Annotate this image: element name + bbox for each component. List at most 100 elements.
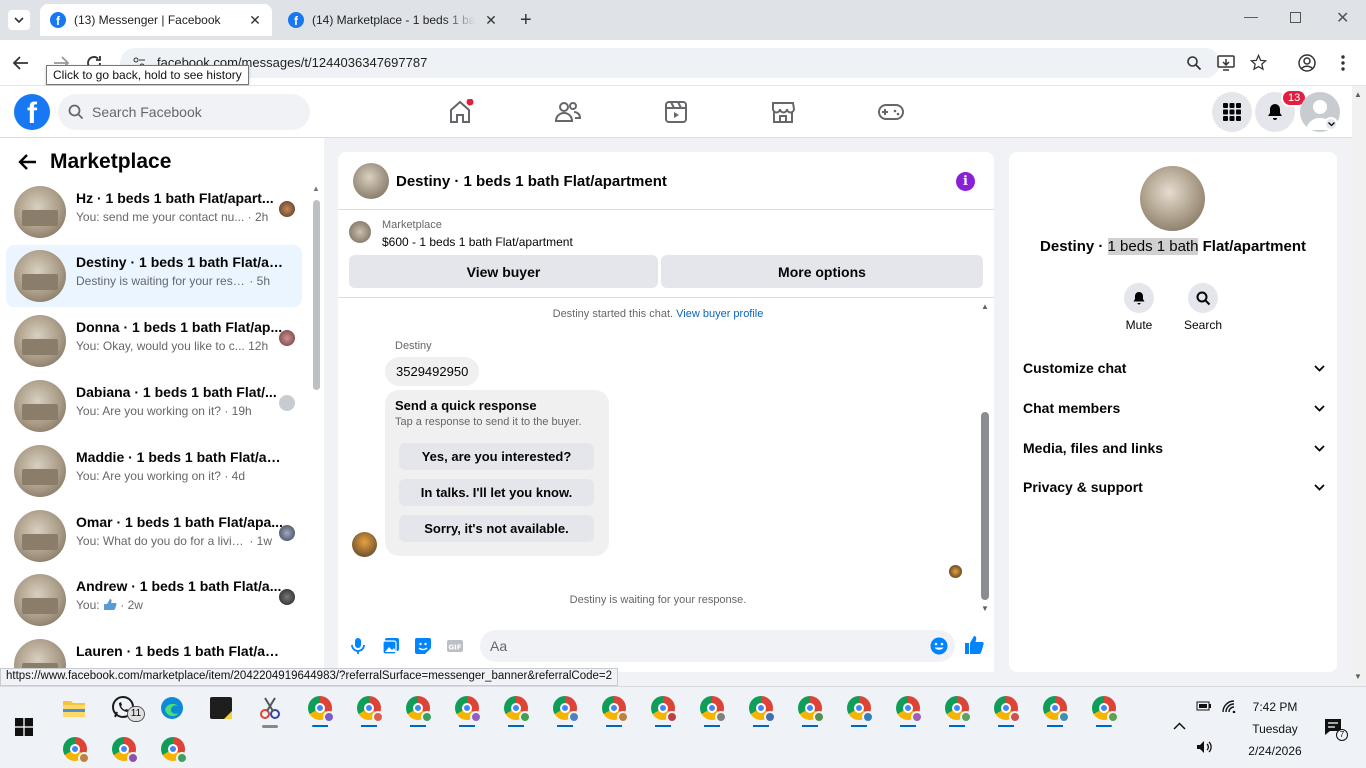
edge-icon[interactable]	[158, 694, 186, 722]
marketplace-icon[interactable]	[769, 99, 797, 125]
sticker-icon[interactable]	[414, 637, 432, 655]
listing-photo[interactable]	[1140, 166, 1205, 231]
chrome-profile-icon[interactable]	[796, 694, 825, 723]
chrome-profile-icon[interactable]	[1090, 694, 1119, 723]
chrome-profile-icon[interactable]	[551, 694, 580, 723]
conversation-item[interactable]: Hz · 1 beds 1 bath Flat/apart... You: se…	[6, 181, 302, 243]
browser-tab-messenger[interactable]: f (13) Messenger | Facebook ✕	[40, 4, 272, 36]
wifi-icon[interactable]	[1222, 700, 1238, 713]
friends-icon[interactable]	[554, 99, 582, 125]
chrome-profile-icon[interactable]	[159, 735, 188, 764]
chat-title[interactable]: Destiny · 1 beds 1 bath Flat/apartment	[396, 173, 667, 190]
conversation-item[interactable]: Maddie · 1 beds 1 bath Flat/apa... You: …	[6, 440, 302, 502]
chrome-profile-icon[interactable]	[502, 694, 531, 723]
quick-response-button[interactable]: Sorry, it's not available.	[399, 515, 594, 542]
chrome-profile-icon[interactable]	[600, 694, 629, 723]
chat-members-section[interactable]: Chat members	[1023, 397, 1325, 419]
profile-icon[interactable]	[1298, 54, 1316, 72]
chrome-profile-icon[interactable]	[992, 694, 1021, 723]
conversation-item[interactable]: Lauren · 1 beds 1 bath Flat/apar...	[6, 634, 302, 668]
search-conversation-button[interactable]	[1188, 283, 1218, 313]
minimize-window-button[interactable]: —	[1244, 8, 1258, 24]
quick-response-button[interactable]: In talks. I'll let you know.	[399, 479, 594, 506]
chrome-profile-icon[interactable]	[747, 694, 776, 723]
file-explorer-icon[interactable]	[60, 694, 88, 722]
snipping-tool-icon[interactable]	[256, 694, 284, 722]
video-icon[interactable]	[662, 99, 690, 125]
sidebar-scroll-up-icon[interactable]: ▲	[312, 184, 320, 193]
chrome-profile-icon[interactable]	[894, 694, 923, 723]
gaming-icon[interactable]	[877, 99, 905, 125]
sidebar-scrollbar-thumb[interactable]	[313, 200, 320, 390]
close-window-button[interactable]: ✕	[1336, 8, 1349, 28]
chat-scroll-up-icon[interactable]: ▲	[981, 302, 989, 311]
conversation-name: Maddie · 1 beds 1 bath Flat/apa...	[76, 449, 286, 465]
chat-scroll-down-icon[interactable]: ▼	[981, 604, 989, 613]
conversation-item[interactable]: Dabiana · 1 beds 1 bath Flat/... You: Ar…	[6, 375, 302, 437]
chrome-profile-icon[interactable]	[453, 694, 482, 723]
home-icon[interactable]	[446, 99, 474, 125]
chrome-profile-icon[interactable]	[698, 694, 727, 723]
battery-icon[interactable]	[1196, 700, 1212, 712]
back-arrow-icon[interactable]	[18, 152, 38, 172]
browser-tab-marketplace[interactable]: f (14) Marketplace - 1 beds 1 bath ✕	[278, 4, 508, 36]
new-tab-button[interactable]: +	[520, 9, 532, 32]
thumbs-up-icon[interactable]	[964, 635, 985, 655]
chat-listing-thumbnail[interactable]	[353, 163, 389, 199]
gif-icon[interactable]: GIF	[446, 637, 464, 655]
windows-start-icon[interactable]	[15, 718, 33, 736]
chrome-profile-icon[interactable]	[943, 694, 972, 723]
view-buyer-profile-link[interactable]: View buyer profile	[676, 308, 763, 320]
chrome-profile-icon[interactable]	[355, 694, 384, 723]
chevron-up-icon[interactable]	[1173, 722, 1186, 730]
sender-avatar[interactable]	[352, 532, 377, 557]
back-arrow-icon[interactable]	[12, 54, 30, 72]
page-scroll-up-icon[interactable]: ▲	[1354, 90, 1362, 99]
page-scrollbar[interactable]	[1352, 86, 1366, 686]
chrome-profile-icon[interactable]	[306, 694, 335, 723]
chrome-profile-icon[interactable]	[110, 735, 139, 764]
chrome-profile-icon[interactable]	[61, 735, 90, 764]
media-files-links-section[interactable]: Media, files and links	[1023, 437, 1325, 459]
chrome-profile-icon[interactable]	[845, 694, 874, 723]
chrome-profile-icon[interactable]	[649, 694, 678, 723]
chrome-profile-icon[interactable]	[1041, 694, 1070, 723]
conversation-item[interactable]: Donna · 1 beds 1 bath Flat/ap... You: Ok…	[6, 310, 302, 372]
quick-response-title: Send a quick response	[395, 398, 537, 413]
close-tab-icon[interactable]: ✕	[484, 12, 498, 29]
message-input[interactable]	[480, 630, 955, 662]
conversation-item[interactable]: Andrew · 1 beds 1 bath Flat/a... You: · …	[6, 569, 302, 631]
facebook-logo-icon[interactable]: f	[14, 94, 50, 130]
restore-window-button[interactable]	[1290, 12, 1301, 23]
menu-grid-button[interactable]	[1212, 92, 1252, 132]
tab-search-button[interactable]	[8, 10, 30, 30]
chat-scrollbar-thumb[interactable]	[981, 412, 989, 600]
privacy-support-section[interactable]: Privacy & support	[1023, 476, 1325, 498]
system-clock[interactable]: 7:42 PM Tuesday 2/24/2026	[1240, 696, 1310, 762]
close-tab-icon[interactable]: ✕	[248, 12, 262, 29]
emoji-icon[interactable]	[930, 637, 948, 655]
conversation-item[interactable]: Omar · 1 beds 1 bath Flat/apa... You: Wh…	[6, 505, 302, 567]
customize-chat-section[interactable]: Customize chat	[1023, 357, 1325, 379]
search-input[interactable]	[92, 104, 292, 120]
facebook-search[interactable]	[58, 94, 310, 130]
photo-icon[interactable]	[382, 637, 400, 655]
microphone-icon[interactable]	[349, 637, 367, 655]
quick-response-button[interactable]: Yes, are you interested?	[399, 443, 594, 470]
page-scroll-down-icon[interactable]: ▼	[1354, 672, 1362, 681]
zoom-icon[interactable]	[1186, 55, 1202, 71]
volume-icon[interactable]	[1196, 740, 1213, 754]
mute-button[interactable]	[1124, 283, 1154, 313]
chrome-profile-icon[interactable]	[404, 694, 433, 723]
sticky-notes-icon[interactable]	[207, 694, 235, 722]
install-app-icon[interactable]	[1217, 55, 1235, 71]
account-dropdown-badge[interactable]	[1324, 117, 1338, 131]
bookmark-star-icon[interactable]	[1250, 54, 1267, 71]
more-options-button[interactable]: More options	[661, 255, 983, 288]
info-icon[interactable]: i	[956, 172, 975, 191]
conversation-item-selected[interactable]: Destiny · 1 beds 1 bath Flat/apa... Dest…	[6, 245, 302, 307]
browser-menu-icon[interactable]	[1340, 54, 1346, 72]
message-bubble[interactable]: 3529492950	[385, 357, 480, 386]
view-buyer-button[interactable]: View buyer	[349, 255, 658, 288]
listing-price[interactable]: $600 - 1 beds 1 bath Flat/apartment	[382, 235, 573, 249]
